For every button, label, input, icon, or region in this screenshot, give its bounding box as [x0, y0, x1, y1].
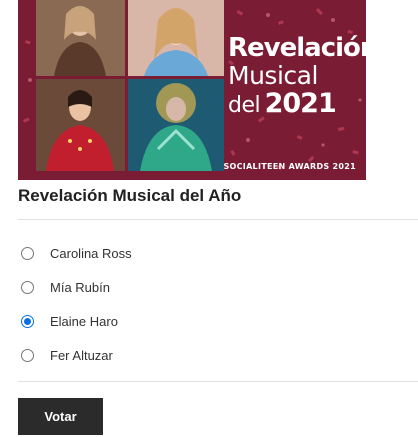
- vote-button[interactable]: Votar: [18, 398, 103, 435]
- poll-options: Carolina Ross Mía Rubín Elaine Haro Fer …: [18, 236, 132, 372]
- banner-year: 2021: [264, 88, 337, 119]
- poll-option-carolina-ross[interactable]: Carolina Ross: [18, 236, 132, 270]
- banner-headline: Revelación Musical del 2021: [228, 33, 366, 123]
- divider-top: [18, 219, 418, 220]
- poll-option-mia-rubin[interactable]: Mía Rubín: [18, 270, 132, 304]
- banner-line-2: Musical: [228, 61, 318, 90]
- option-label: Carolina Ross: [50, 245, 132, 261]
- banner-awards-caption: SOCIALITEEN AWARDS 2021: [223, 162, 356, 171]
- radio-button-selected[interactable]: [21, 314, 34, 328]
- artist-photo-4: [128, 79, 224, 171]
- radio-button[interactable]: [21, 280, 34, 294]
- poll-option-elaine-haro[interactable]: Elaine Haro: [18, 304, 132, 338]
- option-label: Fer Altuzar: [50, 347, 113, 363]
- artist-photo-3: [36, 79, 125, 171]
- radio-button[interactable]: [21, 348, 34, 362]
- banner-line-3a: del: [228, 93, 261, 118]
- banner-line-1: Revelación: [228, 33, 366, 63]
- artist-photo-2: [128, 0, 224, 76]
- option-label: Mía Rubín: [50, 279, 110, 295]
- poll-title: Revelación Musical del Año: [18, 186, 242, 205]
- poll-banner-image: Revelación Musical del 2021 SOCIALITEEN …: [18, 0, 366, 180]
- option-label: Elaine Haro: [50, 313, 118, 329]
- poll-option-fer-altuzar[interactable]: Fer Altuzar: [18, 338, 132, 372]
- artist-photo-1: [36, 0, 125, 76]
- radio-button[interactable]: [21, 246, 34, 260]
- divider-bottom: [18, 381, 418, 382]
